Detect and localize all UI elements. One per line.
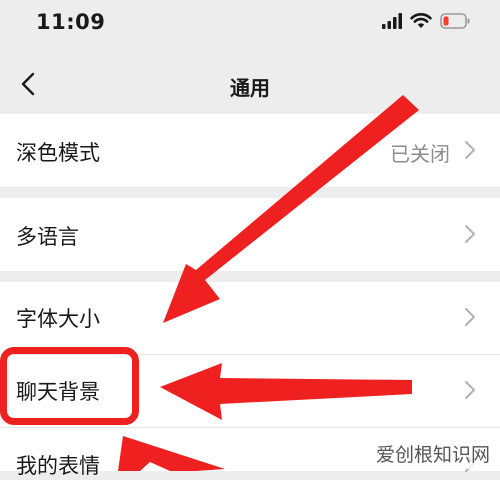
status-time: 11:09 bbox=[36, 10, 106, 34]
chevron-right-icon bbox=[465, 381, 475, 399]
wifi-icon bbox=[410, 13, 432, 28]
signal-icon bbox=[382, 13, 402, 29]
watermark: 爱创根知识网 bbox=[369, 438, 496, 469]
status-bar: 11:09 bbox=[0, 0, 500, 56]
page-title: 通用 bbox=[230, 76, 270, 100]
setting-label: 多语言 bbox=[16, 225, 79, 249]
battery-low-icon bbox=[440, 13, 470, 29]
setting-item-font-size[interactable]: 字体大小 bbox=[0, 282, 500, 354]
setting-value: 已关闭 bbox=[390, 142, 450, 166]
highlight-box bbox=[0, 347, 139, 425]
setting-label: 我的表情 bbox=[16, 454, 100, 478]
setting-item-dark-mode[interactable]: 深色模式 已关闭 bbox=[0, 114, 500, 187]
chevron-right-icon bbox=[465, 308, 475, 326]
chevron-right-icon bbox=[465, 141, 475, 159]
status-icons bbox=[382, 13, 470, 29]
nav-bar: 通用 bbox=[0, 56, 500, 114]
chevron-right-icon bbox=[465, 225, 475, 243]
setting-label: 字体大小 bbox=[16, 307, 100, 331]
setting-label: 深色模式 bbox=[16, 141, 100, 165]
setting-item-language[interactable]: 多语言 bbox=[0, 198, 500, 271]
